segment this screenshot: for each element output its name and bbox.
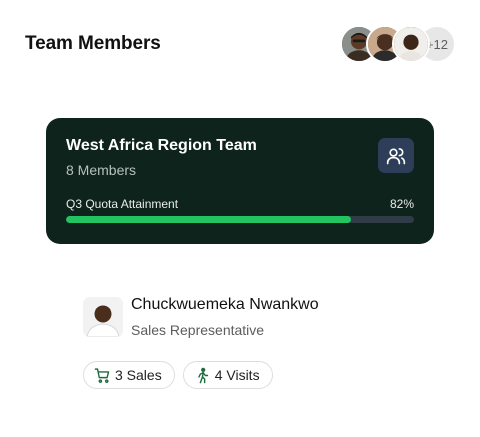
team-name: West Africa Region Team <box>66 137 257 154</box>
member-name: Chuckwuemeka Nwankwo <box>131 296 319 313</box>
avatar[interactable] <box>392 25 430 63</box>
sales-chip[interactable]: 3 Sales <box>83 361 175 389</box>
quota-value: 82% <box>389 197 414 211</box>
team-members-page: Team Members +12 West Africa Region Team… <box>0 0 480 437</box>
member-photo <box>83 297 123 337</box>
avatar-stack[interactable]: +12 <box>340 25 456 63</box>
page-title: Team Members <box>25 33 161 54</box>
quota-progress-fill <box>66 216 352 223</box>
member-stats: 3 Sales 4 Visits <box>83 361 273 389</box>
quota-label: Q3 Quota Attainment <box>66 197 179 211</box>
visits-label: 4 Visits <box>214 367 260 383</box>
users-icon[interactable] <box>378 138 414 173</box>
quota-progress-bar <box>66 216 414 223</box>
team-card[interactable]: West Africa Region Team 8 Members Q3 Quo… <box>46 118 434 244</box>
visits-chip[interactable]: 4 Visits <box>182 361 273 389</box>
header: Team Members +12 <box>25 22 456 66</box>
shopping-cart-icon <box>94 367 111 384</box>
sales-label: 3 Sales <box>115 367 162 383</box>
team-member-count: 8 Members <box>66 162 137 178</box>
member-card[interactable]: Chuckwuemeka Nwankwo Sales Representativ… <box>62 272 418 412</box>
walking-person-icon <box>194 367 211 384</box>
member-role: Sales Representative <box>131 322 265 338</box>
